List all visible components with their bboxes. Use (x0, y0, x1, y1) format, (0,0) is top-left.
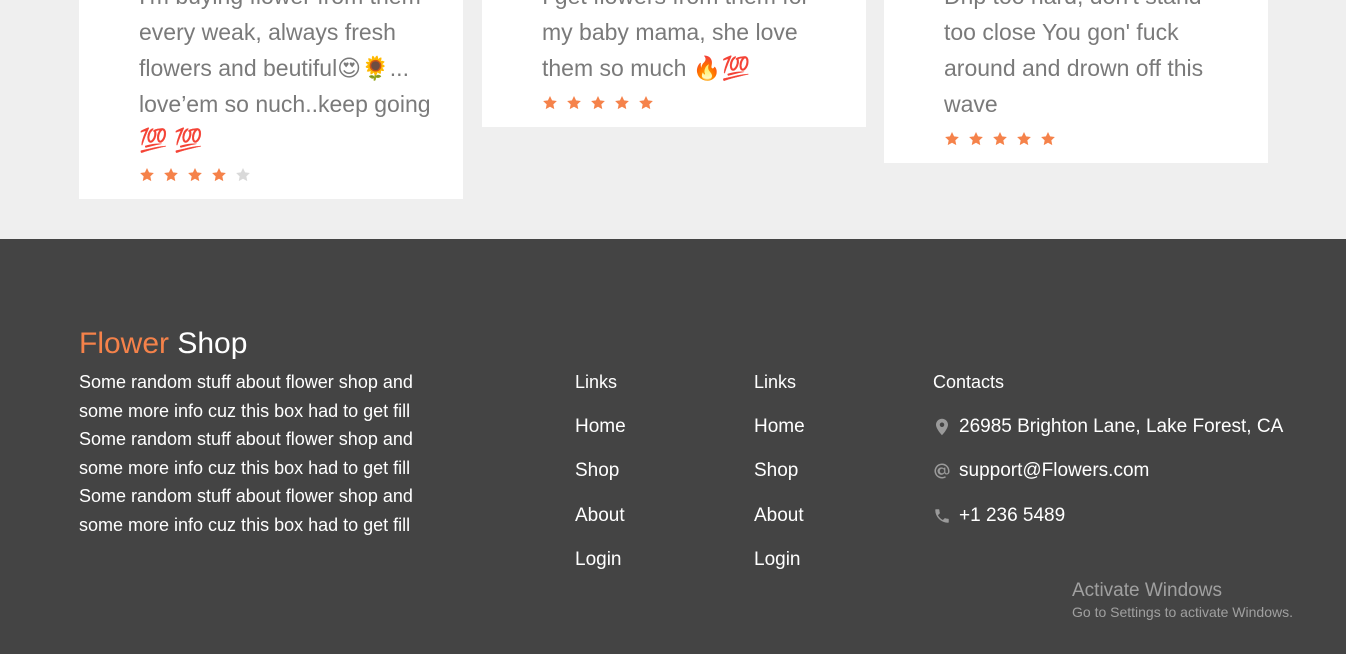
star-icon (1017, 132, 1031, 146)
footer-about-text: Some random stuff about flower shop and … (79, 372, 413, 535)
review-text: I'm buying flower from them every weak, … (139, 0, 431, 153)
brand-main-text: Shop (177, 327, 248, 360)
star-icon (639, 96, 653, 110)
review-text: I get flowers from them for my baby mama… (542, 0, 809, 81)
watermark-title: Activate Windows (1072, 580, 1222, 601)
links-heading: Links (754, 372, 797, 392)
address-text: 26985 Brighton Lane, Lake Forest, CA (959, 415, 1284, 437)
footer-link-home[interactable]: Home (575, 413, 715, 441)
star-icon (945, 132, 959, 146)
contact-email[interactable]: support@Flowers.com (933, 457, 1293, 485)
star-icon (164, 168, 178, 182)
footer-links-column-2: Links Home Shop About Login (754, 368, 894, 591)
star-icon (969, 132, 983, 146)
footer-link-login[interactable]: Login (575, 546, 715, 574)
star-icon (993, 132, 1007, 146)
watermark-subtitle: Go to Settings to activate Windows. (1072, 604, 1293, 620)
email-text[interactable]: support@Flowers.com (959, 457, 1149, 485)
review-card-3: Drip too hard, don't stand too close You… (884, 0, 1268, 163)
links-heading: Links (575, 372, 618, 392)
footer-link-shop[interactable]: Shop (575, 457, 715, 485)
location-pin-icon (936, 418, 948, 435)
footer-links-column-1: Links Home Shop About Login (575, 368, 715, 591)
footer-link-home[interactable]: Home (754, 413, 894, 441)
star-icon (212, 168, 226, 182)
star-icon (567, 96, 581, 110)
star-rating (139, 167, 251, 183)
at-sign-icon (934, 463, 950, 479)
star-rating (944, 131, 1056, 147)
site-footer: Flower Shop Some random stuff about flow… (0, 239, 1346, 654)
activate-windows-watermark: Activate Windows Go to Settings to activ… (1072, 579, 1293, 621)
contact-address: 26985 Brighton Lane, Lake Forest, CA (933, 413, 1293, 441)
footer-contacts: Contacts 26985 Brighton Lane, Lake Fores… (933, 368, 1293, 546)
star-icon (543, 96, 557, 110)
footer-link-about[interactable]: About (754, 502, 894, 530)
footer-link-about[interactable]: About (575, 502, 715, 530)
review-text: Drip too hard, don't stand too close You… (944, 0, 1204, 117)
contacts-heading: Contacts (933, 372, 1005, 392)
phone-icon (935, 508, 949, 523)
star-icon (591, 96, 605, 110)
phone-text[interactable]: +1 236 5489 (959, 502, 1065, 530)
footer-link-shop[interactable]: Shop (754, 457, 894, 485)
star-empty-icon (236, 168, 250, 182)
brand-accent-text: Flower (79, 327, 170, 360)
footer-logo[interactable]: Flower Shop (79, 326, 247, 362)
star-rating (542, 95, 654, 111)
star-icon (188, 168, 202, 182)
star-icon (1041, 132, 1055, 146)
star-icon (615, 96, 629, 110)
review-card-2: I get flowers from them for my baby mama… (482, 0, 866, 127)
star-icon (140, 168, 154, 182)
contact-phone[interactable]: +1 236 5489 (933, 502, 1293, 530)
review-card-1: I'm buying flower from them every weak, … (79, 0, 463, 199)
footer-link-login[interactable]: Login (754, 546, 894, 574)
